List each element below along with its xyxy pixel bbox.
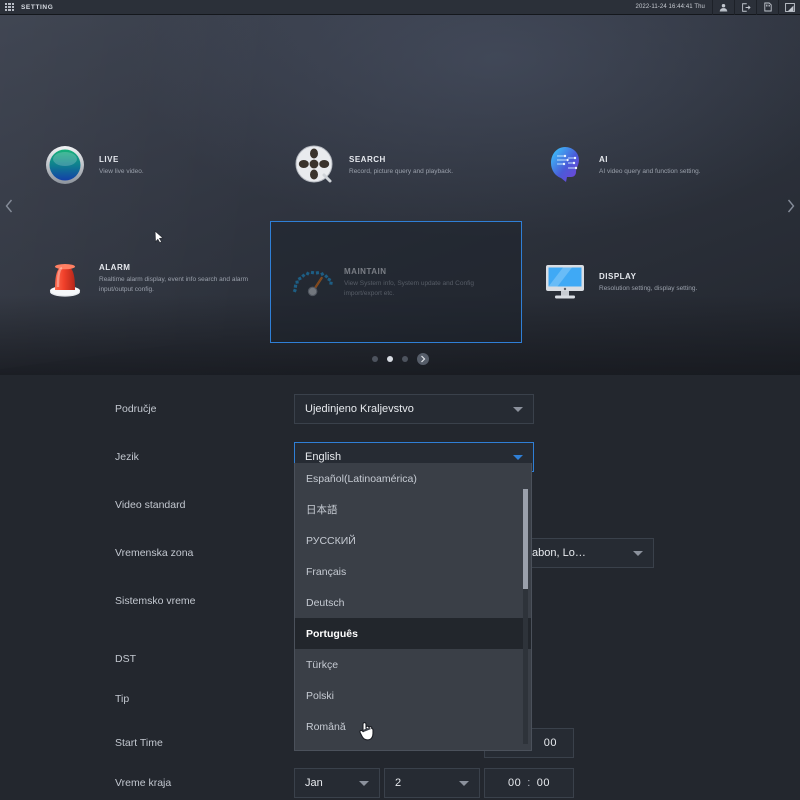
timezone-select[interactable]: abon, Lo… [525, 538, 654, 568]
menu-item-ai-desc: AI video query and function setting. [599, 167, 701, 175]
form-row-region: Područje Ujedinjeno Kraljevstvo [0, 385, 800, 433]
language-option[interactable]: 日本語 [295, 494, 531, 525]
start-time-value: 00 [543, 737, 557, 749]
user-account-icon[interactable] [712, 0, 734, 15]
label-dst: DST [115, 653, 136, 665]
end-time-month-value: Jan [305, 777, 323, 789]
end-time-minute-value: 00 [536, 777, 551, 789]
menu-item-ai-title: AI [599, 154, 608, 164]
language-option[interactable]: Türkçe [295, 649, 531, 680]
time-separator: : [527, 777, 531, 789]
chevron-down-icon [633, 550, 643, 556]
menu-item-live-title: LIVE [99, 154, 119, 164]
language-option[interactable]: Magyar [295, 742, 531, 750]
menu-item-display-desc: Resolution setting, display setting. [599, 284, 698, 292]
setting-screen: SETTING 2022-11-24 16:44:41 Thu LIVE Vie… [0, 0, 800, 800]
language-select-value: English [305, 451, 342, 463]
menu-pagination [0, 353, 800, 365]
language-option-highlighted[interactable]: Português [295, 618, 531, 649]
label-video-standard: Video standard [115, 499, 186, 511]
window-title: SETTING [21, 3, 54, 11]
dropdown-scrollbar-thumb[interactable] [523, 489, 528, 589]
screen-exit-icon[interactable] [778, 0, 800, 15]
title-bar: SETTING 2022-11-24 16:44:41 Thu [0, 0, 800, 15]
grid-icon[interactable] [5, 2, 14, 12]
pagination-next-button[interactable] [416, 353, 429, 365]
end-time-month-select[interactable]: Jan [294, 768, 380, 798]
menu-item-search-desc: Record, picture query and playback. [349, 167, 454, 175]
language-option[interactable]: Deutsch [295, 587, 531, 618]
pagination-dot-3[interactable] [401, 356, 408, 362]
menu-item-alarm-title: ALARM [99, 262, 131, 272]
chevron-down-icon [513, 454, 523, 460]
region-select-value: Ujedinjeno Kraljevstvo [305, 403, 414, 415]
menu-item-alarm-text: ALARM Realtime alarm display, event info… [99, 262, 259, 295]
menu-item-display-title: DISPLAY [599, 271, 637, 281]
menu-item-ai[interactable]: AI AI video query and function setting. [542, 142, 701, 188]
menu-item-search[interactable]: SEARCH Record, picture query and playbac… [292, 142, 453, 188]
alarm-beacon-icon [42, 255, 88, 301]
menu-item-live-desc: View live video. [99, 167, 144, 175]
chevron-down-icon [359, 780, 369, 786]
menu-next-page-button[interactable] [783, 193, 799, 219]
menu-item-ai-text: AI AI video query and function setting. [599, 154, 701, 177]
language-option[interactable]: РУССКИЙ [295, 525, 531, 556]
label-end-time: Vreme kraja [115, 777, 172, 789]
menu-item-live-text: LIVE View live video. [99, 154, 144, 177]
main-menu-panel: LIVE View live video. SEARCH Record, pic… [0, 15, 800, 375]
live-lens-icon [42, 142, 88, 188]
ai-head-icon [542, 142, 588, 188]
monitor-icon [542, 259, 588, 305]
language-option[interactable]: Français [295, 556, 531, 587]
menu-item-live[interactable]: LIVE View live video. [42, 142, 144, 188]
language-dropdown-list[interactable]: Español(Latinoamérica) 日本語 РУССКИЙ Franç… [294, 463, 532, 751]
menu-item-search-text: SEARCH Record, picture query and playbac… [349, 154, 453, 177]
end-time-clock-field[interactable]: 00 : 00 [484, 768, 574, 798]
language-option[interactable]: Español(Latinoamérica) [295, 463, 531, 494]
menu-item-display-text: DISPLAY Resolution setting, display sett… [599, 271, 697, 294]
label-start-time: Start Time [115, 737, 163, 749]
menu-item-alarm[interactable]: ALARM Realtime alarm display, event info… [42, 255, 259, 301]
menu-item-display[interactable]: DISPLAY Resolution setting, display sett… [542, 259, 697, 305]
language-option[interactable]: Română [295, 711, 531, 742]
end-time-hour-value: 00 [507, 777, 522, 789]
timezone-select-value: abon, Lo… [532, 547, 586, 559]
pagination-dot-2[interactable] [386, 356, 393, 362]
label-region: Područje [115, 403, 157, 415]
chevron-down-icon [459, 780, 469, 786]
label-language: Jezik [115, 451, 139, 463]
menu-item-maintain-selection-frame [270, 221, 522, 343]
menu-item-search-title: SEARCH [349, 154, 386, 164]
system-clock: 2022-11-24 16:44:41 Thu [635, 4, 705, 10]
end-time-day-select[interactable]: 2 [384, 768, 480, 798]
form-row-end-time: Vreme kraja Jan 2 00 : 00 [0, 759, 800, 800]
logout-icon[interactable] [734, 0, 756, 15]
menu-prev-page-button[interactable] [1, 193, 17, 219]
pagination-dot-1[interactable] [371, 356, 378, 362]
dropdown-scrollbar[interactable] [523, 489, 528, 744]
sdcard-icon[interactable] [756, 0, 778, 15]
end-time-day-value: 2 [395, 777, 402, 789]
title-bar-right: 2022-11-24 16:44:41 Thu [629, 0, 800, 15]
language-option[interactable]: Polski [295, 680, 531, 711]
menu-item-alarm-desc: Realtime alarm display, event info searc… [99, 275, 249, 293]
film-reel-icon [292, 142, 338, 188]
label-system-time: Sistemsko vreme [115, 595, 196, 607]
chevron-down-icon [513, 406, 523, 412]
label-type: Tip [115, 693, 130, 705]
label-timezone: Vremenska zona [115, 547, 194, 559]
region-select[interactable]: Ujedinjeno Kraljevstvo [294, 394, 534, 424]
